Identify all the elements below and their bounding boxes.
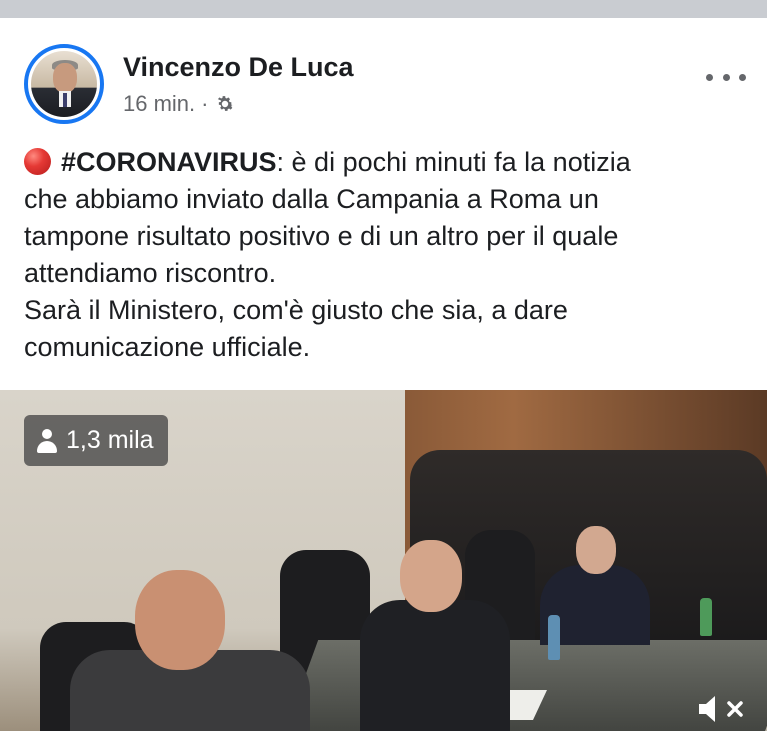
video-scene-bottle xyxy=(548,615,560,660)
avatar[interactable] xyxy=(24,44,104,124)
red-circle-icon xyxy=(24,148,51,175)
top-divider xyxy=(0,0,767,18)
post-timestamp[interactable]: 16 min. xyxy=(123,91,195,117)
gear-icon[interactable] xyxy=(214,93,236,115)
person-icon xyxy=(36,428,58,453)
person-body xyxy=(360,600,510,731)
avatar-tie xyxy=(63,93,67,107)
post-text-line3: tampone risultato positivo e di un altro… xyxy=(24,221,619,251)
viewers-count: 1,3 mila xyxy=(66,426,154,454)
meta-separator: · xyxy=(201,91,209,116)
live-video[interactable]: 1,3 mila xyxy=(0,390,767,731)
post-text-line5: Sarà il Ministero, com'è giusto che sia,… xyxy=(24,295,568,325)
more-dot xyxy=(739,73,746,81)
viewers-badge: 1,3 mila xyxy=(24,415,168,466)
post-text-line: #CORONAVIRUS: è di pochi minuti fa la no… xyxy=(24,144,754,181)
post-header: Vincenzo De Luca 16 min. · xyxy=(0,18,767,140)
more-dot xyxy=(706,73,713,81)
post-text-line2: che abbiamo inviato dalla Campania a Rom… xyxy=(24,184,599,214)
more-dot xyxy=(722,73,730,81)
person-head xyxy=(400,540,462,612)
post-text-line6: comunicazione ufficiale. xyxy=(24,332,311,362)
video-scene-person xyxy=(60,560,320,731)
post-meta: 16 min. · xyxy=(123,91,236,117)
video-scene-person xyxy=(350,530,520,731)
post-text-line4: attendiamo riscontro. xyxy=(24,258,277,288)
post-text: #CORONAVIRUS: è di pochi minuti fa la no… xyxy=(24,144,754,366)
avatar-face xyxy=(53,63,77,93)
person-head xyxy=(576,526,616,574)
more-options-icon[interactable] xyxy=(706,70,746,84)
avatar-photo xyxy=(31,51,97,117)
hashtag-link[interactable]: #CORONAVIRUS xyxy=(61,147,277,177)
video-scene-bottle xyxy=(700,598,712,636)
author-name[interactable]: Vincenzo De Luca xyxy=(123,52,354,83)
post-text-line1: : è di pochi minuti fa la notizia xyxy=(276,147,631,177)
person-head xyxy=(135,570,225,670)
speaker-muted-icon[interactable] xyxy=(695,693,751,725)
